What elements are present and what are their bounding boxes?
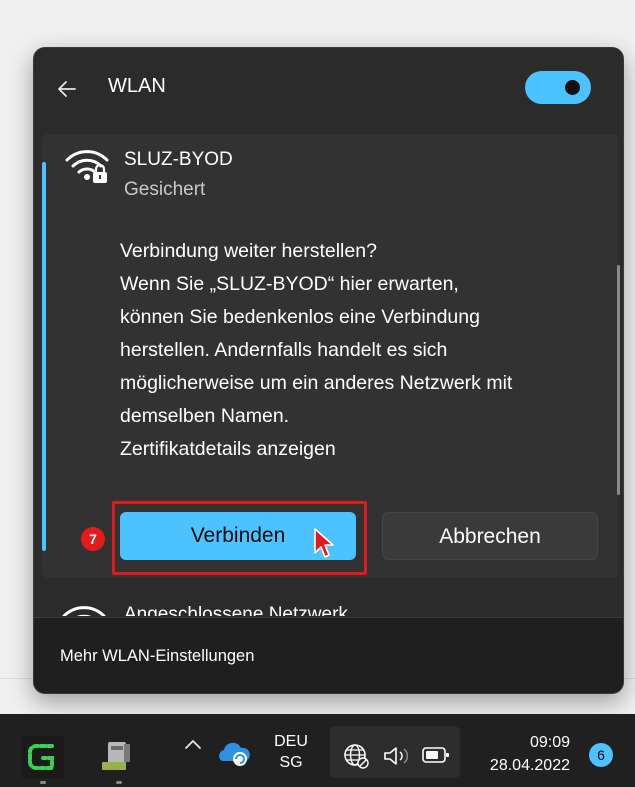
back-button[interactable] [52,74,82,104]
message-line: können Sie bedenkenlos eine Verbindung [120,306,480,328]
flyout-footer: Mehr WLAN-Einstellungen [34,617,623,693]
language-variant: SG [279,754,303,771]
cancel-button[interactable]: Abbrechen [382,512,598,560]
message-line: demselben Namen. [120,405,290,427]
toggle-knob [565,80,580,95]
clock-time: 09:09 [529,734,570,751]
network-drive-icon[interactable] [98,738,138,774]
flyout-title: WLAN [108,75,166,97]
network-name: SLUZ-BYOD [124,149,233,170]
flyout-header: WLAN [34,48,623,132]
wifi-icon [62,606,106,616]
wlan-toggle[interactable] [525,71,591,104]
clock-date: 28.04.2022 [489,757,570,774]
message-line: herstellen. Andernfalls handelt es sich [120,339,448,361]
chevron-up-icon[interactable] [183,734,203,760]
network-status: Gesichert [124,179,206,200]
wlan-flyout: WLAN SLUZ-BYOD Gesichert Verbindung weit… [33,47,624,694]
app-icon-green-g[interactable] [22,736,64,778]
wifi-lock-icon [65,150,109,183]
app-running-indicator [116,781,122,784]
message-line: Wenn Sie „SLUZ-BYOD“ hier erwarten, [120,273,459,295]
taskbar: DEU SG 09:09 28.04.2022 6 [0,714,635,787]
speaker-icon [384,747,409,765]
language-code: DEU [274,733,308,750]
input-language-indicator[interactable]: DEU SG [262,731,320,773]
app-running-indicator [40,781,46,784]
verification-message: Verbindung weiter herstellen? Wenn Sie „… [120,235,620,466]
selection-indicator [42,162,46,551]
network-item-expanded: SLUZ-BYOD Gesichert Verbindung weiter he… [42,134,620,578]
onedrive-icon[interactable] [216,739,252,769]
network-item-partial[interactable]: Angeschlossene Netzwerk [42,596,618,616]
battery-icon [422,747,449,763]
next-network-label: Angeschlossene Netzwerk [124,604,348,616]
step-badge: 7 [81,527,105,551]
certificate-details-link[interactable]: Zertifikatdetails anzeigen [120,433,620,466]
message-line: Verbindung weiter herstellen? [120,240,377,262]
notification-badge[interactable]: 6 [589,743,613,767]
globe-network-icon [344,744,369,769]
scrollbar[interactable] [617,265,620,495]
clock[interactable]: 09:09 28.04.2022 [466,731,570,777]
message-line: möglicherweise um ein anderes Netzwerk m… [120,372,513,394]
mouse-pointer-icon [314,528,334,558]
more-wlan-settings-link[interactable]: Mehr WLAN-Einstellungen [60,647,254,666]
arrow-left-icon [58,81,76,97]
